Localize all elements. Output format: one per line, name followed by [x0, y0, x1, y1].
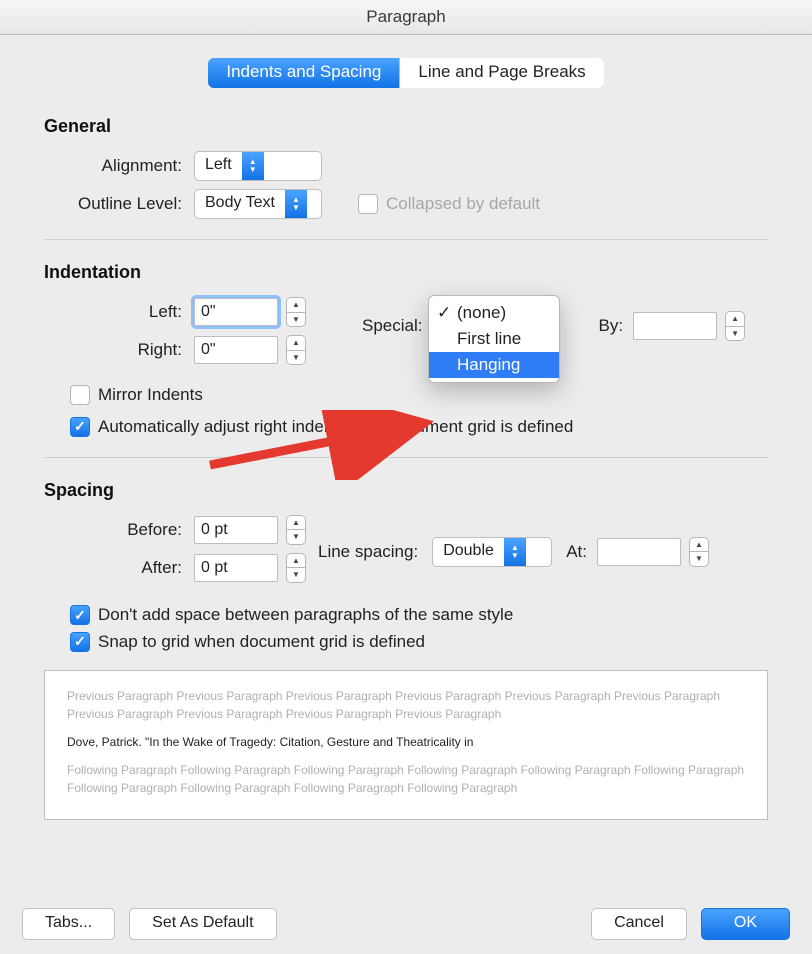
chevron-up-icon: ▲ — [690, 538, 708, 553]
auto-adjust-label: Automatically adjust right indent when d… — [98, 417, 573, 437]
outline-level-label: Outline Level: — [22, 194, 194, 214]
indent-left-input[interactable] — [194, 298, 278, 326]
chevron-up-icon: ▲ — [287, 336, 305, 351]
collapsed-checkbox — [358, 194, 378, 214]
chevron-down-icon: ▼ — [287, 313, 305, 327]
preview-sample-text: Dove, Patrick. "In the Wake of Tragedy: … — [67, 733, 745, 751]
indent-right-stepper[interactable]: ▲ ▼ — [286, 335, 306, 365]
before-input[interactable] — [194, 516, 278, 544]
line-spacing-value: Double — [433, 538, 504, 566]
tab-line-page-breaks[interactable]: Line and Page Breaks — [400, 58, 603, 88]
special-dropdown-menu: (none) First line Hanging — [428, 295, 560, 383]
chevron-up-icon: ▲ — [287, 298, 305, 313]
before-label: Before: — [22, 520, 194, 540]
alignment-value: Left — [195, 152, 242, 180]
special-label: Special: — [362, 316, 422, 336]
indentation-heading: Indentation — [44, 262, 768, 283]
indent-left-label: Left: — [22, 302, 194, 322]
indent-right-input[interactable] — [194, 336, 278, 364]
chevron-updown-icon: ▲▼ — [285, 190, 307, 218]
preview-box: Previous Paragraph Previous Paragraph Pr… — [44, 670, 768, 820]
after-label: After: — [22, 558, 194, 578]
line-spacing-label: Line spacing: — [318, 542, 418, 562]
snap-to-grid-checkbox[interactable] — [70, 632, 90, 652]
set-as-default-button[interactable]: Set As Default — [129, 908, 276, 940]
alignment-label: Alignment: — [22, 156, 194, 176]
special-option-hanging[interactable]: Hanging — [429, 352, 559, 378]
chevron-down-icon: ▼ — [287, 351, 305, 365]
special-option-first-line[interactable]: First line — [429, 326, 559, 352]
at-label: At: — [566, 542, 587, 562]
by-stepper[interactable]: ▲ ▼ — [725, 311, 745, 341]
after-input[interactable] — [194, 554, 278, 582]
general-heading: General — [44, 116, 768, 137]
mirror-indents-checkbox[interactable] — [70, 385, 90, 405]
chevron-down-icon: ▼ — [726, 327, 744, 341]
tabs-button[interactable]: Tabs... — [22, 908, 115, 940]
chevron-up-icon: ▲ — [287, 554, 305, 569]
mirror-indents-label: Mirror Indents — [98, 385, 203, 405]
indent-right-label: Right: — [22, 340, 194, 360]
chevron-updown-icon: ▲▼ — [504, 538, 526, 566]
special-option-none[interactable]: (none) — [429, 300, 559, 326]
after-stepper[interactable]: ▲ ▼ — [286, 553, 306, 583]
preview-previous-text: Previous Paragraph Previous Paragraph Pr… — [67, 687, 745, 723]
divider — [44, 239, 768, 240]
preview-following-text: Following Paragraph Following Paragraph … — [67, 761, 745, 797]
cancel-button[interactable]: Cancel — [591, 908, 687, 940]
divider — [44, 457, 768, 458]
outline-level-value: Body Text — [195, 190, 285, 218]
window-title: Paragraph — [0, 0, 812, 35]
by-input[interactable] — [633, 312, 717, 340]
spacing-heading: Spacing — [44, 480, 768, 501]
at-stepper[interactable]: ▲ ▼ — [689, 537, 709, 567]
tab-bar: Indents and Spacing Line and Page Breaks — [22, 58, 790, 88]
dont-add-space-label: Don't add space between paragraphs of th… — [98, 605, 513, 625]
button-bar: Tabs... Set As Default Cancel OK — [22, 908, 790, 940]
auto-adjust-checkbox[interactable] — [70, 417, 90, 437]
chevron-updown-icon: ▲▼ — [242, 152, 264, 180]
dont-add-space-checkbox[interactable] — [70, 605, 90, 625]
chevron-up-icon: ▲ — [726, 312, 744, 327]
alignment-select[interactable]: Left ▲▼ — [194, 151, 322, 181]
before-stepper[interactable]: ▲ ▼ — [286, 515, 306, 545]
chevron-down-icon: ▼ — [287, 530, 305, 544]
chevron-up-icon: ▲ — [287, 516, 305, 531]
chevron-down-icon: ▼ — [690, 552, 708, 566]
at-input[interactable] — [597, 538, 681, 566]
outline-level-select[interactable]: Body Text ▲▼ — [194, 189, 322, 219]
chevron-down-icon: ▼ — [287, 568, 305, 582]
tab-indents-spacing[interactable]: Indents and Spacing — [208, 58, 400, 88]
by-label: By: — [598, 316, 623, 336]
line-spacing-select[interactable]: Double ▲▼ — [432, 537, 552, 567]
collapsed-label: Collapsed by default — [386, 194, 540, 214]
dialog-panel: Indents and Spacing Line and Page Breaks… — [22, 58, 790, 894]
snap-to-grid-label: Snap to grid when document grid is defin… — [98, 632, 425, 652]
ok-button[interactable]: OK — [701, 908, 790, 940]
indent-left-stepper[interactable]: ▲ ▼ — [286, 297, 306, 327]
